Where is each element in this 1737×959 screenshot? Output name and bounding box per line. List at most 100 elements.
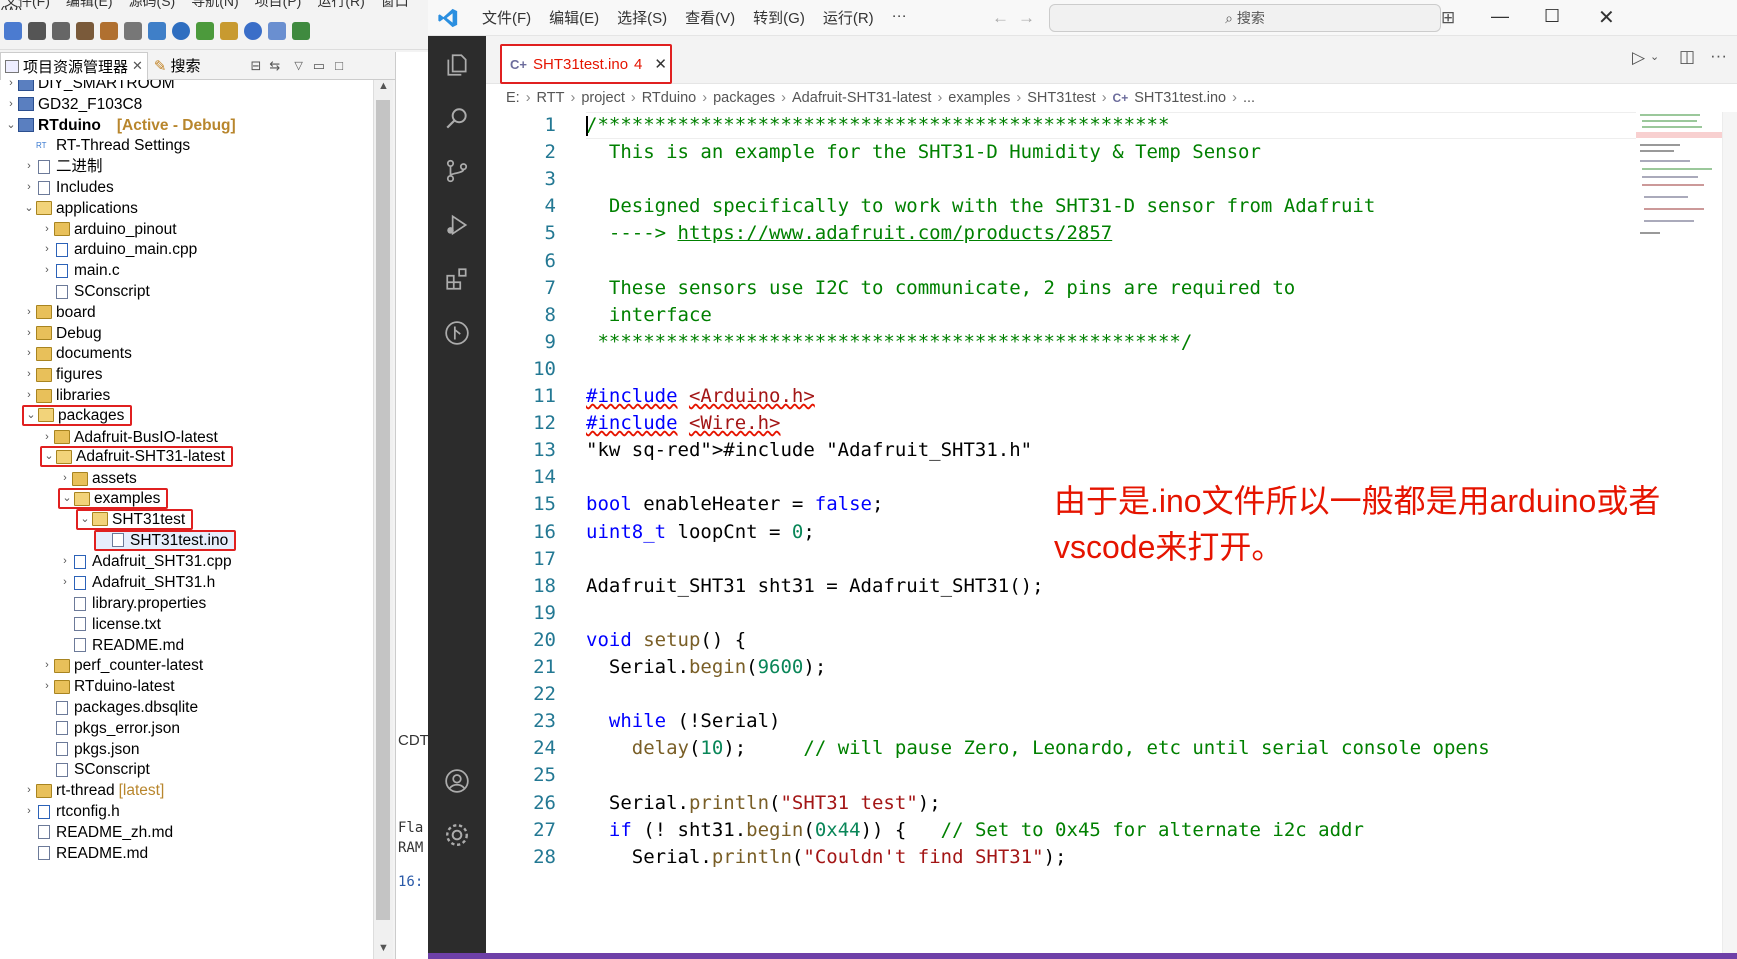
tree-item[interactable]: library.properties xyxy=(58,592,206,615)
window-maximize-icon[interactable]: ☐ xyxy=(1544,6,1560,27)
tree-item[interactable]: ⌄ packages xyxy=(22,404,133,427)
chevron-down-icon[interactable]: ⌄ xyxy=(60,487,74,510)
eclipse-menu-item[interactable]: 编辑(E) xyxy=(66,0,113,9)
breadcrumb-item[interactable]: RTduino xyxy=(642,90,697,106)
eclipse-menu-item[interactable]: 项目(P) xyxy=(255,0,302,9)
tree-item[interactable]: › Adafruit_SHT31.cpp xyxy=(58,550,231,573)
git-graph-icon[interactable] xyxy=(444,320,470,346)
code-line[interactable]: bool enableHeater = false; xyxy=(586,493,883,515)
window-minimize-icon[interactable]: — xyxy=(1491,6,1509,27)
maximize-icon[interactable]: □ xyxy=(335,58,343,73)
vscode-menu-item[interactable]: 查看(V) xyxy=(685,7,735,28)
vscode-menu-item[interactable]: 编辑(E) xyxy=(549,7,599,28)
chevron-right-icon[interactable]: › xyxy=(40,259,54,282)
chevron-down-icon[interactable]: ⌄ xyxy=(24,404,38,427)
code-line[interactable]: interface xyxy=(586,304,712,326)
code-line[interactable]: #include <Wire.h> xyxy=(586,412,780,434)
code-line[interactable]: Adafruit_SHT31 sht31 = Adafruit_SHT31(); xyxy=(586,575,1044,597)
tree-item[interactable]: › main.c xyxy=(40,259,120,282)
breadcrumb-item[interactable]: SHT31test.ino xyxy=(1134,90,1226,106)
tab-project-explorer[interactable]: 项目资源管理器 ✕ xyxy=(0,51,148,80)
tree-item[interactable]: ⌄ applications xyxy=(22,197,137,220)
tree-item[interactable]: › Includes xyxy=(22,176,114,199)
chevron-right-icon[interactable]: › xyxy=(22,155,36,178)
customize-layout-icon[interactable]: ⊞ xyxy=(1441,8,1455,28)
settings-icon[interactable] xyxy=(172,21,190,40)
tree-item[interactable]: › 二进制 xyxy=(22,155,102,178)
search-icon[interactable] xyxy=(244,21,262,40)
code-line[interactable]: delay(10); // will pause Zero, Leonardo,… xyxy=(586,737,1490,759)
code-line[interactable]: ----> https://www.adafruit.com/products/… xyxy=(586,222,1112,244)
code-line[interactable]: void setup() { xyxy=(586,629,746,651)
chevron-right-icon[interactable]: › xyxy=(58,550,72,573)
tree-item[interactable]: license.txt xyxy=(58,613,161,636)
tab-search[interactable]: ✎ 搜索 xyxy=(148,52,207,80)
minimize-icon[interactable]: ▭ xyxy=(313,58,325,74)
download-icon[interactable] xyxy=(292,21,310,40)
vscode-menu-item[interactable]: ··· xyxy=(892,7,907,28)
tree-item[interactable]: SConscript xyxy=(40,758,150,781)
breadcrumb-item[interactable]: project xyxy=(581,90,625,106)
tree-item[interactable]: pkgs_error.json xyxy=(40,717,180,740)
open-type-icon[interactable] xyxy=(220,21,238,40)
more-actions-icon[interactable]: ··· xyxy=(1710,46,1727,66)
code-line[interactable]: These sensors use I2C to communicate, 2 … xyxy=(586,277,1295,299)
code-line[interactable]: #include <Arduino.h> xyxy=(586,385,815,407)
tree-item[interactable]: README.md xyxy=(58,634,184,657)
tree-item[interactable]: › GD32_F103C8 xyxy=(4,93,142,116)
chevron-down-icon[interactable]: ⌄ xyxy=(4,114,18,137)
debug-icon[interactable] xyxy=(196,21,214,40)
tree-item[interactable]: › board xyxy=(22,301,96,324)
tree-item[interactable]: › figures xyxy=(22,363,102,386)
tree-item[interactable]: packages.dbsqlite xyxy=(40,696,198,719)
collapse-all-icon[interactable]: ⊟ xyxy=(251,58,262,74)
explorer-icon[interactable] xyxy=(444,52,470,78)
tree-item[interactable]: › perf_counter-latest xyxy=(40,654,203,677)
breadcrumb-item[interactable]: SHT31test xyxy=(1027,90,1096,106)
tree-item[interactable]: ⌄ examples xyxy=(58,487,169,510)
vscode-menu-item[interactable]: 转到(G) xyxy=(753,7,805,28)
breadcrumb-item[interactable]: E: xyxy=(506,90,520,106)
chevron-right-icon[interactable]: › xyxy=(22,342,36,365)
manage-gear-icon[interactable] xyxy=(444,822,470,848)
code-line[interactable]: ****************************************… xyxy=(586,331,1192,353)
build-icon[interactable] xyxy=(76,21,94,40)
code-line[interactable]: Designed specifically to work with the S… xyxy=(586,195,1375,217)
code-line[interactable]: Serial.println("Couldn't find SHT31"); xyxy=(586,846,1067,868)
source-control-icon[interactable] xyxy=(444,158,470,184)
tree-item[interactable]: › arduino_main.cpp xyxy=(40,238,197,261)
clean-icon[interactable] xyxy=(100,21,118,40)
chevron-right-icon[interactable]: › xyxy=(22,779,36,802)
chevron-right-icon[interactable]: › xyxy=(40,218,54,241)
tab-sht31test-ino[interactable]: C+ SHT31test.ino 4 ✕ xyxy=(500,44,672,84)
chevron-right-icon[interactable]: › xyxy=(22,176,36,199)
code-line[interactable]: Serial.println("SHT31 test"); xyxy=(586,792,941,814)
chevron-right-icon[interactable]: › xyxy=(22,363,36,386)
close-icon[interactable]: ✕ xyxy=(132,58,143,74)
tree-item[interactable]: README_zh.md xyxy=(22,821,173,844)
tree-item[interactable]: › Adafruit_SHT31.h xyxy=(58,571,215,594)
command-center-search[interactable]: ⌕ 搜索 xyxy=(1049,4,1441,32)
link-editor-icon[interactable]: ⇆ xyxy=(269,58,280,74)
save-all-icon[interactable] xyxy=(52,21,70,40)
tree-item[interactable]: RT RT-Thread Settings xyxy=(22,134,190,157)
code-line[interactable]: Serial.begin(9600); xyxy=(586,656,826,678)
search-icon[interactable] xyxy=(444,106,470,132)
breadcrumb-item[interactable]: RTT xyxy=(537,90,565,106)
tree-item[interactable]: › RTduino-latest xyxy=(40,675,174,698)
new-icon[interactable] xyxy=(4,21,22,40)
chevron-down-icon[interactable]: ⌄ xyxy=(22,197,36,220)
breadcrumb-item[interactable]: examples xyxy=(948,90,1010,106)
save-icon[interactable] xyxy=(28,21,46,40)
chevron-down-icon[interactable]: ⌄ xyxy=(42,445,56,468)
chevron-right-icon[interactable]: › xyxy=(40,675,54,698)
eclipse-menu-item[interactable]: 运行(R) xyxy=(317,0,364,9)
tree-item[interactable]: › documents xyxy=(22,342,132,365)
forward-icon[interactable]: → xyxy=(1018,8,1035,28)
code-line[interactable]: This is an example for the SHT31-D Humid… xyxy=(586,141,1261,163)
chevron-right-icon[interactable]: › xyxy=(4,93,18,116)
monitor-icon[interactable] xyxy=(148,21,166,40)
eclipse-menu-item[interactable]: 源码(S) xyxy=(129,0,176,9)
breadcrumb-item[interactable]: Adafruit-SHT31-latest xyxy=(792,90,931,106)
split-editor-icon[interactable]: ◫ xyxy=(1679,47,1695,67)
